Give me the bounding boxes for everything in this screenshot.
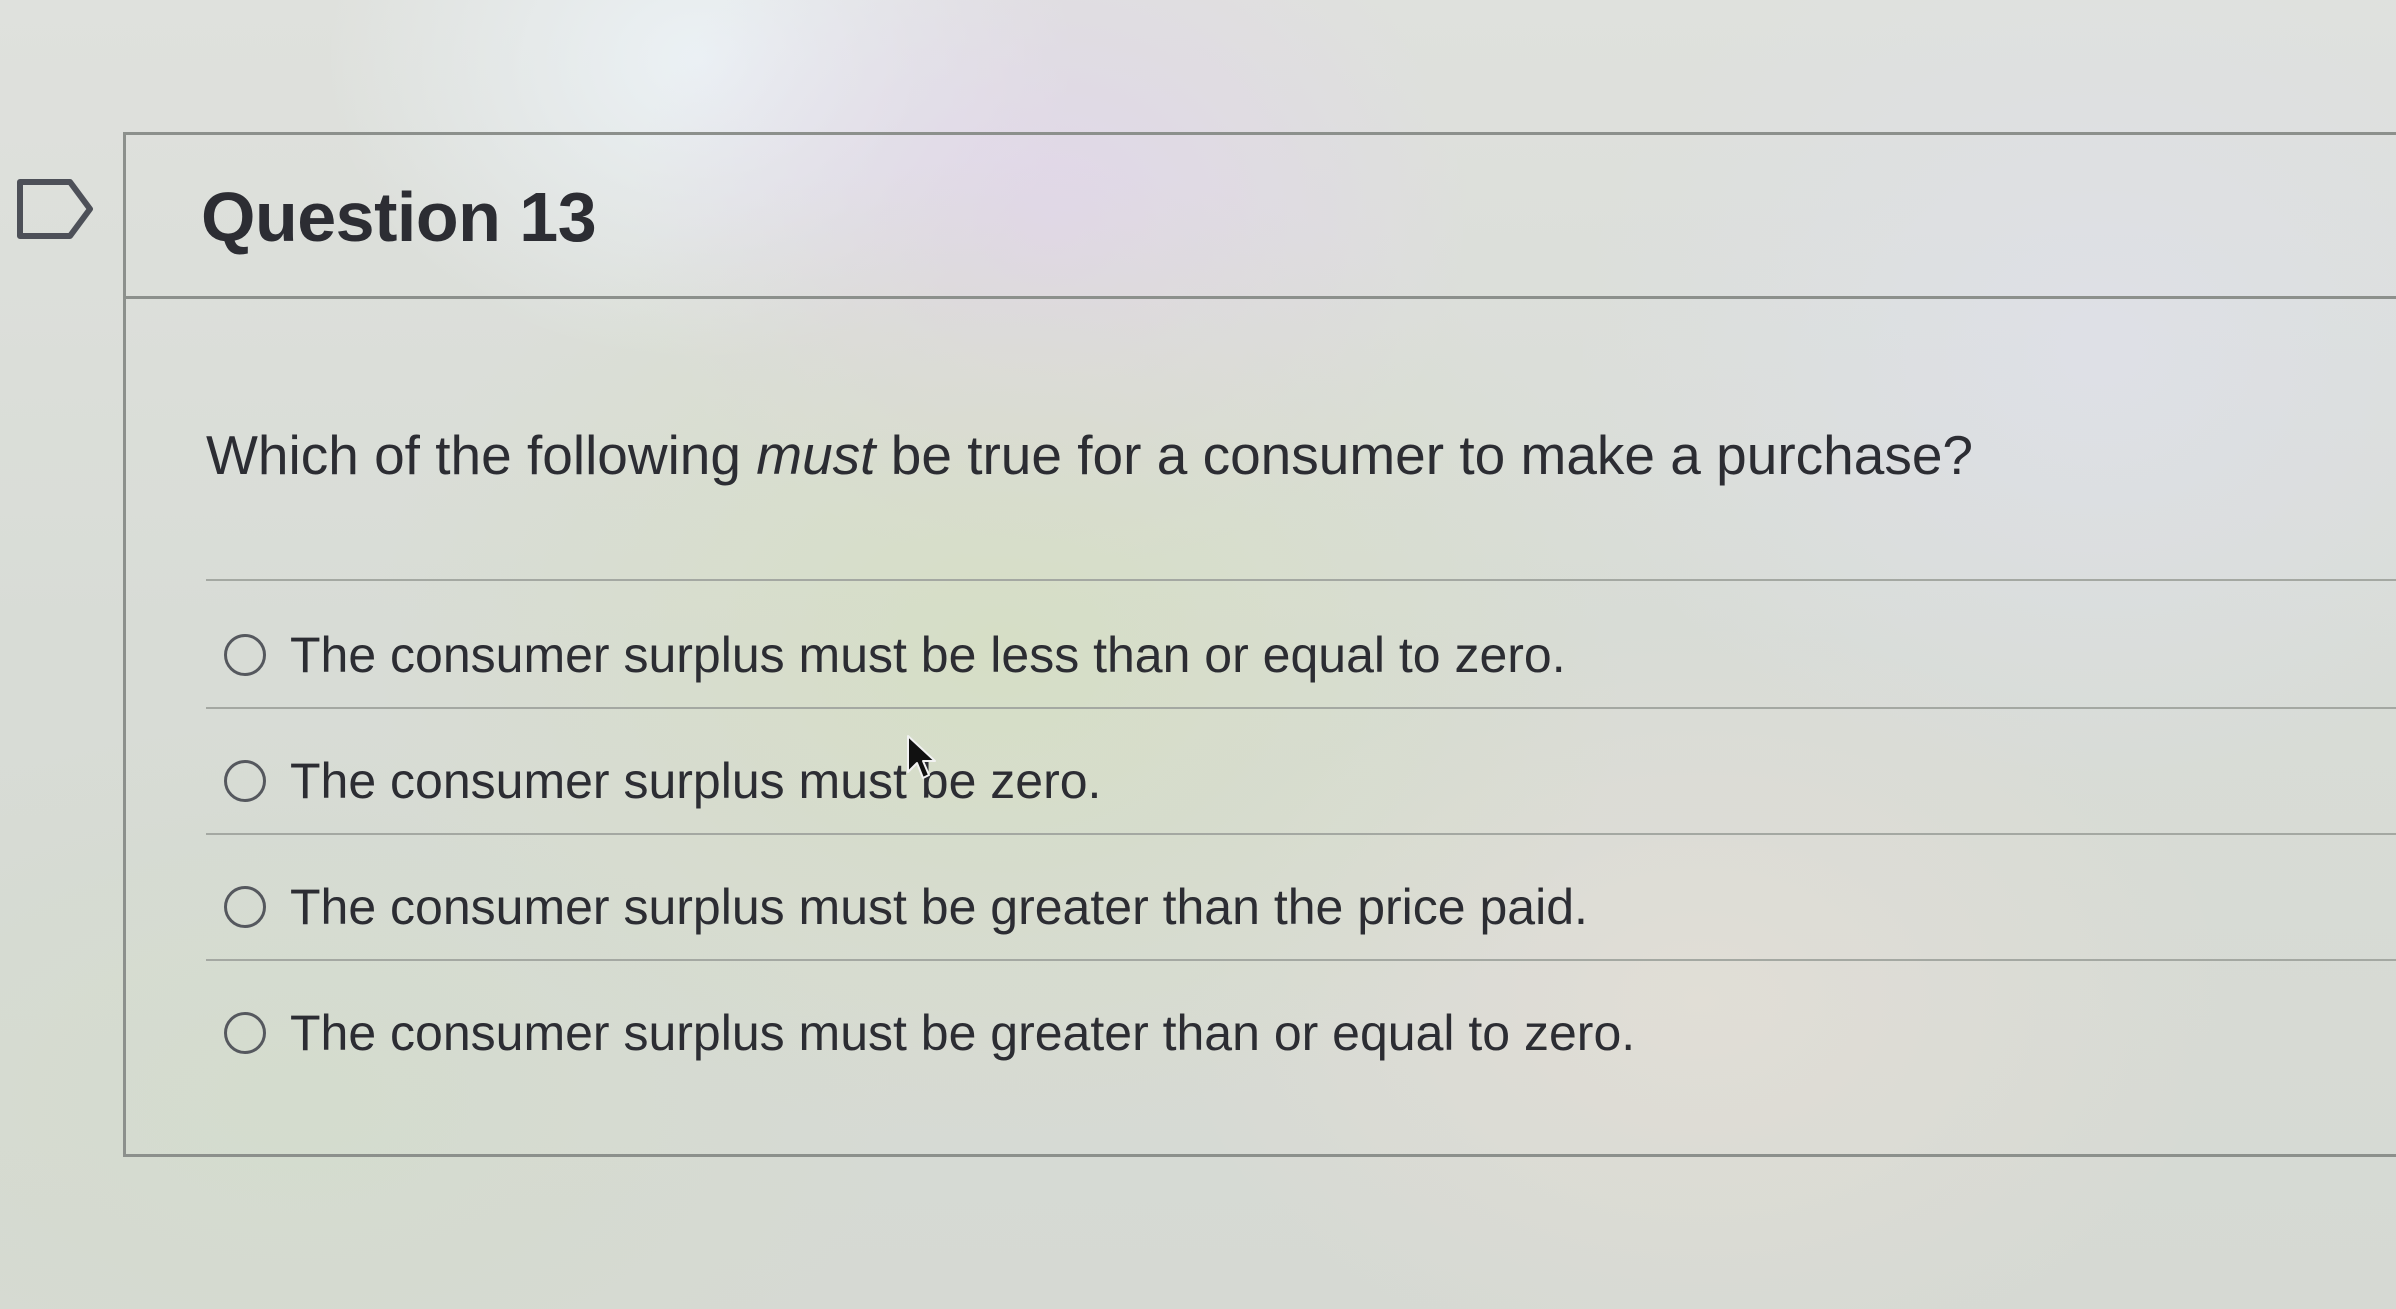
answer-option-3[interactable]: The consumer surplus must be greater tha…	[224, 857, 1588, 957]
flag-question-icon[interactable]	[16, 178, 94, 240]
answer-divider	[206, 833, 2396, 835]
answer-option-4[interactable]: The consumer surplus must be greater tha…	[224, 983, 1635, 1083]
radio-button-icon[interactable]	[224, 760, 266, 802]
question-card: Question 13 Which of the following must …	[123, 132, 2396, 1157]
answers-top-divider	[206, 579, 2396, 581]
answer-label: The consumer surplus must be zero.	[290, 753, 1102, 809]
radio-button-icon[interactable]	[224, 1012, 266, 1054]
mouse-pointer-icon	[907, 735, 936, 779]
question-header: Question 13	[126, 135, 2396, 299]
answer-divider	[206, 959, 2396, 961]
radio-button-icon[interactable]	[224, 634, 266, 676]
answer-option-1[interactable]: The consumer surplus must be less than o…	[224, 605, 1566, 705]
answer-label: The consumer surplus must be greater tha…	[290, 879, 1588, 935]
question-prompt: Which of the following must be true for …	[206, 423, 1973, 487]
radio-button-icon[interactable]	[224, 886, 266, 928]
answer-label: The consumer surplus must be less than o…	[290, 627, 1566, 683]
question-prompt-end: be true for a consumer to make a purchas…	[875, 424, 1973, 486]
question-prompt-emphasis: must	[756, 424, 876, 486]
answer-option-2[interactable]: The consumer surplus must be zero.	[224, 731, 1101, 831]
question-prompt-start: Which of the following	[206, 424, 757, 486]
question-title: Question 13	[201, 178, 597, 256]
answer-label: The consumer surplus must be greater tha…	[290, 1005, 1636, 1061]
answer-divider	[206, 707, 2396, 709]
